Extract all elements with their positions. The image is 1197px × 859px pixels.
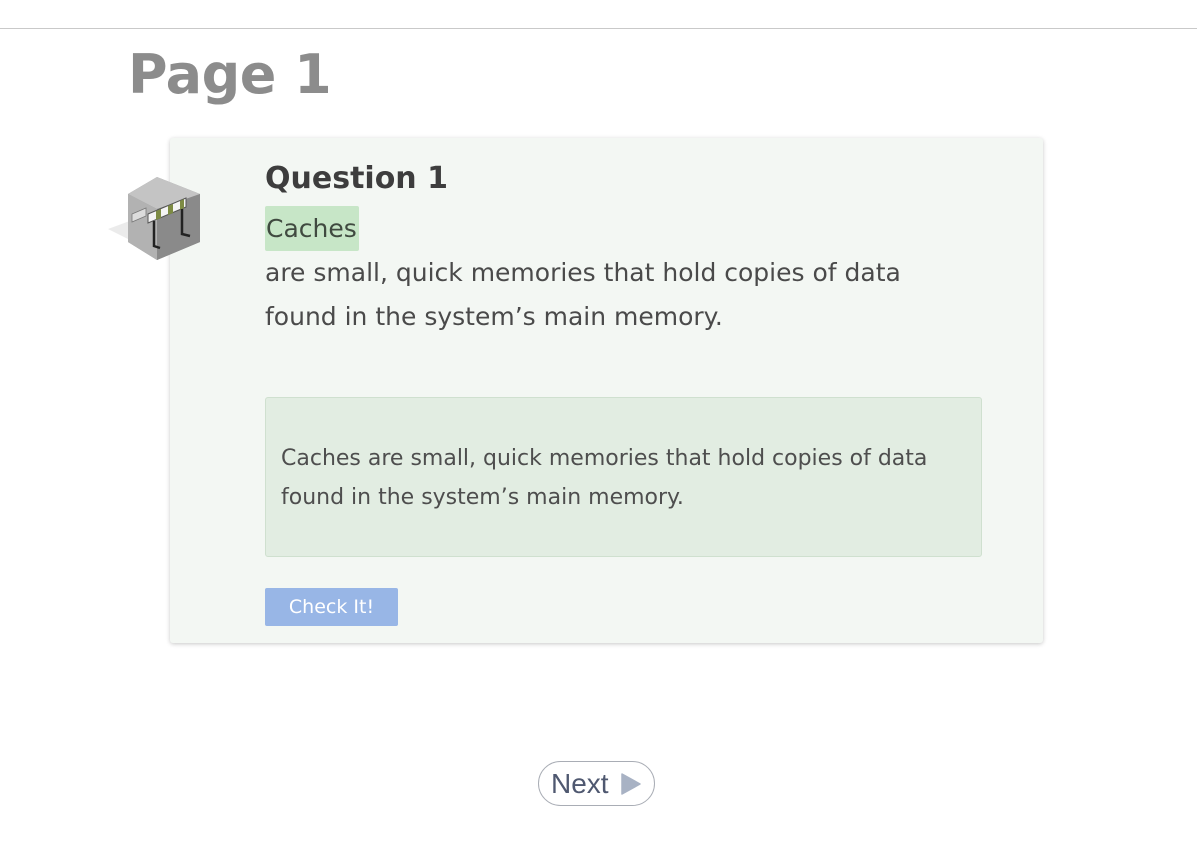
question-statement: are small, quick memories that hold copi… — [265, 258, 901, 331]
feedback-text: Caches are small, quick memories that ho… — [281, 446, 928, 510]
top-divider — [0, 28, 1197, 29]
play-triangle-icon — [621, 773, 641, 795]
answer-term-chip[interactable]: Caches — [265, 206, 359, 251]
roadblock-badge-icon — [108, 177, 200, 260]
next-button[interactable]: Next — [538, 761, 655, 806]
page-title: Page 1 — [128, 43, 332, 106]
question-title: Question 1 — [265, 161, 448, 196]
feedback-panel: Caches are small, quick memories that ho… — [265, 397, 982, 557]
check-it-button[interactable]: Check It! — [265, 588, 398, 626]
page: Page 1 Question 1 Caches are small, quic… — [0, 0, 1197, 859]
next-label: Next — [551, 768, 609, 799]
